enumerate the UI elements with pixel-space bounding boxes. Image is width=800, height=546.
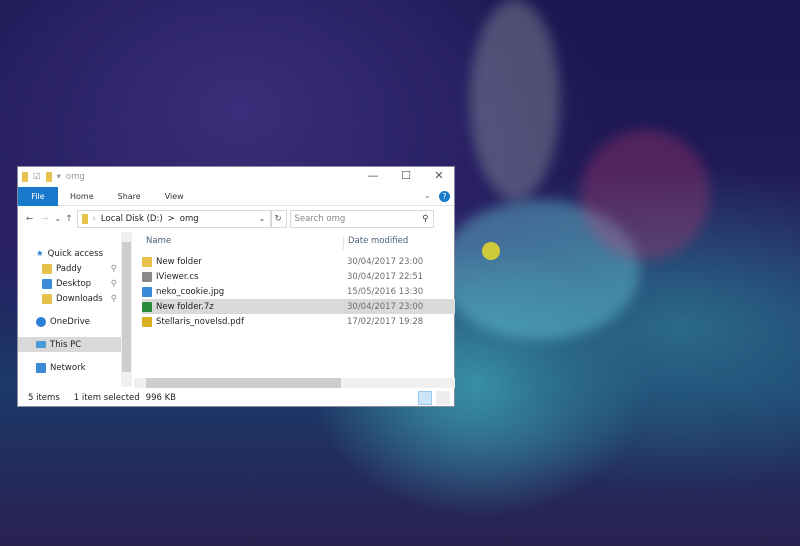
pin-icon: ⚲ <box>110 293 117 304</box>
breadcrumb-local-disk[interactable]: Local Disk (D:) <box>101 214 163 224</box>
nav-quick-access[interactable]: ★ Quick access <box>18 246 121 261</box>
column-date-modified[interactable]: Date modified <box>343 236 408 250</box>
wallpaper-glow <box>580 130 710 260</box>
folder-icon <box>81 214 88 224</box>
nav-label: Desktop <box>56 278 92 289</box>
file-date: 30/04/2017 23:00 <box>347 256 424 267</box>
file-row[interactable]: neko_cookie.jpg 15/05/2016 13:30 <box>142 284 455 299</box>
file-name: New folder <box>156 256 202 267</box>
nav-label: This PC <box>50 339 82 350</box>
address-bar[interactable]: › Local Disk (D:) > omg ⌄ <box>76 210 271 228</box>
horizontal-scrollbar[interactable] <box>134 378 455 388</box>
column-name[interactable]: Name <box>132 236 343 250</box>
refresh-button[interactable]: ↻ <box>270 210 287 228</box>
desktop-icon <box>42 278 52 289</box>
nav-this-pc[interactable]: This PC <box>18 337 121 352</box>
file-date: 30/04/2017 22:51 <box>347 271 424 282</box>
breadcrumb-separator: > <box>167 214 175 224</box>
pin-icon: ⚲ <box>110 263 117 274</box>
new-folder-icon[interactable] <box>45 172 52 182</box>
address-dropdown-icon[interactable]: ⌄ <box>258 214 265 224</box>
tab-home[interactable]: Home <box>58 192 106 201</box>
address-row: ← → ⌄ ↑ › Local Disk (D:) > omg ⌄ ↻ Sear… <box>18 208 454 230</box>
search-input[interactable]: Search omg ⚲ <box>289 210 434 228</box>
maximize-button[interactable]: ☐ <box>391 169 421 182</box>
file-icon <box>142 316 152 327</box>
pin-icon: ⚲ <box>110 278 117 289</box>
network-icon <box>36 362 46 373</box>
file-name: IViewer.cs <box>156 271 199 282</box>
file-name-cell: IViewer.cs <box>142 271 347 282</box>
file-row[interactable]: Stellaris_novelsd.pdf 17/02/2017 19:28 <box>142 314 455 329</box>
file-icon <box>142 286 152 297</box>
large-icons-view-button[interactable] <box>436 391 450 405</box>
scrollbar-thumb[interactable] <box>146 378 341 388</box>
file-row[interactable]: New folder 30/04/2017 23:00 <box>142 254 455 269</box>
file-icon <box>142 301 152 312</box>
file-name-cell: New folder <box>142 256 347 267</box>
help-button[interactable]: ? <box>439 190 450 202</box>
file-icon <box>142 256 152 267</box>
file-name-cell: Stellaris_novelsd.pdf <box>142 316 347 327</box>
nav-label: Quick access <box>47 248 104 259</box>
close-button[interactable]: ✕ <box>424 169 454 182</box>
ribbon-tabs: File Home Share View ⌄ ? <box>18 186 454 206</box>
cloud-icon <box>36 316 46 327</box>
nav-vertical-scrollbar[interactable] <box>121 232 132 387</box>
back-button[interactable]: ← <box>26 214 33 224</box>
nav-label: Paddy <box>56 263 82 274</box>
file-name: New folder.7z <box>156 301 214 312</box>
nav-downloads[interactable]: Downloads ⚲ <box>18 291 121 306</box>
downloads-icon <box>42 293 52 304</box>
star-icon: ★ <box>36 248 44 259</box>
up-button[interactable]: ↑ <box>65 214 72 224</box>
title-bar: ☑ ▾ omg — ☐ ✕ <box>18 167 454 187</box>
file-icon <box>142 271 152 282</box>
customize-toolbar-icon[interactable]: ▾ <box>57 172 61 182</box>
nav-desktop[interactable]: Desktop ⚲ <box>18 276 121 291</box>
nav-label: Network <box>50 362 86 373</box>
folder-icon <box>22 172 28 182</box>
expand-ribbon-icon[interactable]: ⌄ <box>424 191 431 201</box>
file-date: 30/04/2017 23:00 <box>347 301 424 312</box>
file-name-cell: neko_cookie.jpg <box>142 286 347 297</box>
tab-file[interactable]: File <box>18 186 58 206</box>
nav-onedrive[interactable]: OneDrive <box>18 314 121 329</box>
minimize-button[interactable]: — <box>358 169 388 182</box>
item-count: 5 items <box>28 393 60 403</box>
mouse-cursor <box>482 242 500 260</box>
file-list: Name Date modified New folder 30/04/2017 … <box>132 232 455 388</box>
user-folder-icon <box>42 263 52 274</box>
file-name-cell: New folder.7z <box>142 301 347 312</box>
forward-button[interactable]: → <box>41 214 48 224</box>
nav-label: Downloads <box>56 293 103 304</box>
selection-info: 1 item selected <box>73 393 140 403</box>
file-row[interactable]: New folder.7z 30/04/2017 23:00 <box>142 299 455 314</box>
file-date: 17/02/2017 19:28 <box>347 316 424 327</box>
nav-paddy[interactable]: Paddy ⚲ <box>18 261 121 276</box>
status-bar: 5 items 1 item selected 996 KB <box>18 389 454 407</box>
window-title: omg <box>65 172 85 182</box>
search-icon: ⚲ <box>422 214 429 224</box>
navigation-pane: ★ Quick access Paddy ⚲ Desktop ⚲ Downloads ⚲… <box>18 232 121 387</box>
file-explorer-window: ☑ ▾ omg — ☐ ✕ File Home Share View ⌄ ? ←… <box>17 166 455 407</box>
nav-network[interactable]: Network <box>18 360 121 375</box>
file-name: Stellaris_novelsd.pdf <box>156 316 244 327</box>
details-view-button[interactable] <box>418 391 432 405</box>
file-name: neko_cookie.jpg <box>156 286 225 297</box>
breadcrumb-omg[interactable]: omg <box>180 214 199 224</box>
properties-icon[interactable]: ☑ <box>33 172 41 182</box>
computer-icon <box>36 341 46 348</box>
wallpaper-glow <box>470 0 560 200</box>
file-date: 15/05/2016 13:30 <box>347 286 424 297</box>
nav-label: OneDrive <box>50 316 90 327</box>
column-headers: Name Date modified <box>132 236 455 250</box>
search-placeholder: Search omg <box>294 214 346 224</box>
tab-view[interactable]: View <box>153 192 196 201</box>
selection-size: 996 KB <box>145 393 176 403</box>
recent-locations-button[interactable]: ⌄ <box>54 214 61 224</box>
file-row[interactable]: IViewer.cs 30/04/2017 22:51 <box>142 269 455 284</box>
scrollbar-thumb[interactable] <box>122 242 131 372</box>
tab-share[interactable]: Share <box>106 192 153 201</box>
